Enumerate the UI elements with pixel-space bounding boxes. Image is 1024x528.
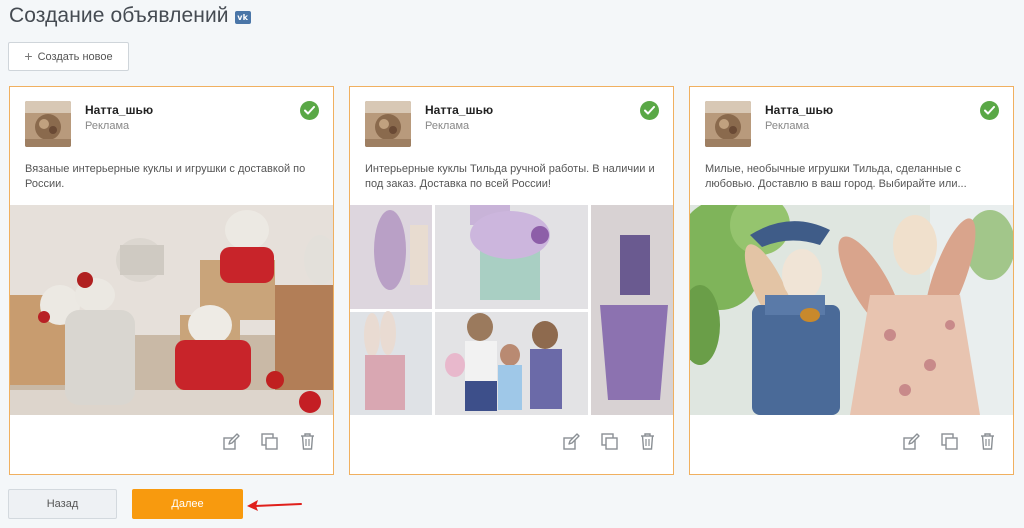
account-name: Натта_шью bbox=[425, 103, 494, 117]
ad-actions bbox=[901, 431, 997, 451]
edit-icon[interactable] bbox=[221, 431, 241, 451]
edit-icon[interactable] bbox=[901, 431, 921, 451]
ad-card-header: Натта_шью Реклама bbox=[365, 101, 493, 147]
ad-text: Милые, необычные игрушки Тильда, сделанн… bbox=[705, 163, 967, 190]
plus-icon: + bbox=[24, 48, 33, 64]
trash-icon[interactable] bbox=[297, 431, 317, 451]
check-circle-icon bbox=[640, 101, 659, 120]
ad-card-3: Натта_шью Реклама Милые, необычные игруш… bbox=[689, 86, 1014, 475]
account-subtitle: Реклама bbox=[425, 120, 470, 132]
ad-actions bbox=[561, 431, 657, 451]
account-name: Натта_шью bbox=[85, 103, 154, 117]
vk-logo-icon: vk bbox=[234, 11, 251, 24]
trash-icon[interactable] bbox=[977, 431, 997, 451]
copy-icon[interactable] bbox=[259, 431, 279, 451]
account-subtitle: Реклама bbox=[85, 120, 130, 132]
ad-card-2: Натта_шью Реклама Интерьерные куклы Тиль… bbox=[349, 86, 674, 475]
page-title: Создание объявлений vk bbox=[9, 4, 251, 28]
check-circle-icon bbox=[980, 101, 999, 120]
account-subtitle: Реклама bbox=[765, 120, 810, 132]
copy-icon[interactable] bbox=[939, 431, 959, 451]
ad-text: Интерьерные куклы Тильда ручной работы. … bbox=[365, 163, 655, 190]
ad-card-header: Натта_шью Реклама bbox=[25, 101, 153, 147]
check-circle-icon bbox=[300, 101, 319, 120]
avatar bbox=[365, 101, 411, 147]
create-new-button[interactable]: + Создать новое bbox=[8, 42, 129, 71]
ad-image bbox=[690, 205, 1013, 415]
account-name: Натта_шью bbox=[765, 103, 834, 117]
ad-text: Вязаные интерьерные куклы и игрушки с до… bbox=[25, 163, 306, 190]
ad-card-header: Натта_шью Реклама bbox=[705, 101, 833, 147]
avatar bbox=[705, 101, 751, 147]
ad-card-1: Натта_шью Реклама Вязаные интерьерные ку… bbox=[9, 86, 334, 475]
edit-icon[interactable] bbox=[561, 431, 581, 451]
ad-image bbox=[10, 205, 333, 415]
arrow-annotation-icon bbox=[247, 500, 302, 511]
create-new-label: Создать новое bbox=[37, 50, 113, 63]
back-button[interactable]: Назад bbox=[8, 489, 117, 519]
avatar bbox=[25, 101, 71, 147]
page-title-text: Создание объявлений bbox=[9, 4, 229, 27]
ad-image bbox=[350, 205, 673, 415]
next-button[interactable]: Далее bbox=[132, 489, 243, 519]
trash-icon[interactable] bbox=[637, 431, 657, 451]
copy-icon[interactable] bbox=[599, 431, 619, 451]
ad-actions bbox=[221, 431, 317, 451]
